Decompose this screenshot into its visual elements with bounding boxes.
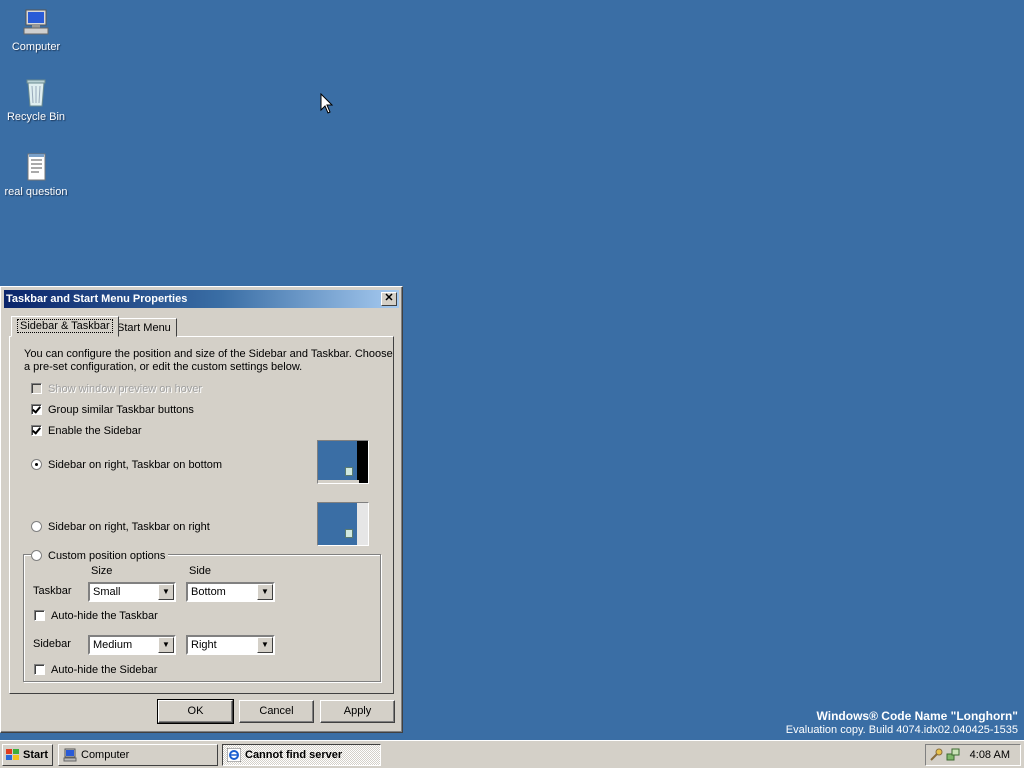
tray-tools-icon[interactable]: [929, 748, 943, 762]
close-icon: ✕: [384, 292, 394, 304]
windows-flag-icon: [6, 749, 19, 760]
tray-network-icon[interactable]: [946, 748, 960, 762]
desktop-icon-recycle-bin[interactable]: Recycle Bin: [0, 76, 72, 123]
desktop-icon-label: Computer: [11, 41, 61, 53]
start-button[interactable]: Start: [2, 744, 53, 766]
system-tray: 4:08 AM: [925, 744, 1021, 766]
tab-panel: [9, 336, 394, 694]
close-button[interactable]: ✕: [381, 292, 397, 306]
desktop-icon-label: real question: [4, 186, 68, 198]
taskbar-button-label: Computer: [81, 749, 130, 761]
taskbar: Start Computer Cannot find server 4:08 A…: [0, 740, 1024, 768]
computer-icon: [63, 748, 77, 762]
internet-explorer-icon: [227, 748, 241, 762]
apply-button[interactable]: Apply: [320, 700, 395, 723]
cancel-button[interactable]: Cancel: [239, 700, 314, 723]
computer-icon: [20, 6, 52, 38]
taskbar-button-label: Cannot find server: [245, 749, 343, 761]
tab-label: Sidebar & Taskbar: [17, 319, 113, 333]
tab-label: Start Menu: [117, 322, 171, 334]
taskbar-button-computer[interactable]: Computer: [58, 744, 218, 766]
taskbar-button-cannot-find-server[interactable]: Cannot find server: [222, 744, 381, 766]
build-watermark-title: Windows® Code Name "Longhorn": [816, 709, 1018, 723]
desktop-icon-computer[interactable]: Computer: [0, 6, 72, 53]
tab-sidebar-taskbar[interactable]: Sidebar & Taskbar: [11, 316, 119, 337]
dialog-title: Taskbar and Start Menu Properties: [6, 293, 188, 305]
ok-button[interactable]: OK: [157, 699, 234, 724]
tab-start-menu[interactable]: Start Menu: [111, 318, 177, 337]
start-label: Start: [23, 749, 49, 761]
recycle-bin-icon: [20, 76, 52, 108]
dialog-titlebar[interactable]: Taskbar and Start Menu Properties ✕: [4, 290, 399, 308]
desktop-icon-label: Recycle Bin: [6, 111, 66, 123]
clock[interactable]: 4:08 AM: [970, 745, 1010, 765]
build-watermark-version: Evaluation copy. Build 4074.idx02.040425…: [785, 724, 1018, 736]
text-document-icon: [20, 151, 52, 183]
desktop-icon-real-question[interactable]: real question: [0, 151, 72, 198]
mouse-cursor-icon: [320, 93, 334, 114]
